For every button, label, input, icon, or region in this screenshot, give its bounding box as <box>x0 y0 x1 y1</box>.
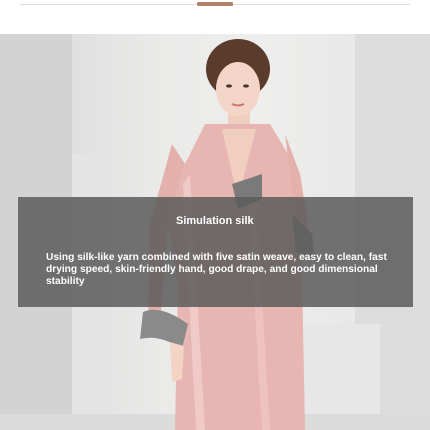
top-divider <box>0 0 430 34</box>
divider-accent-mark <box>197 2 233 6</box>
feature-description: Using silk-like yarn combined with five … <box>46 252 387 287</box>
face <box>216 62 260 116</box>
left-hand <box>170 342 184 382</box>
feature-caption-band: Simulation silk Using silk-like yarn com… <box>18 197 413 307</box>
feature-title: Simulation silk <box>176 215 254 227</box>
